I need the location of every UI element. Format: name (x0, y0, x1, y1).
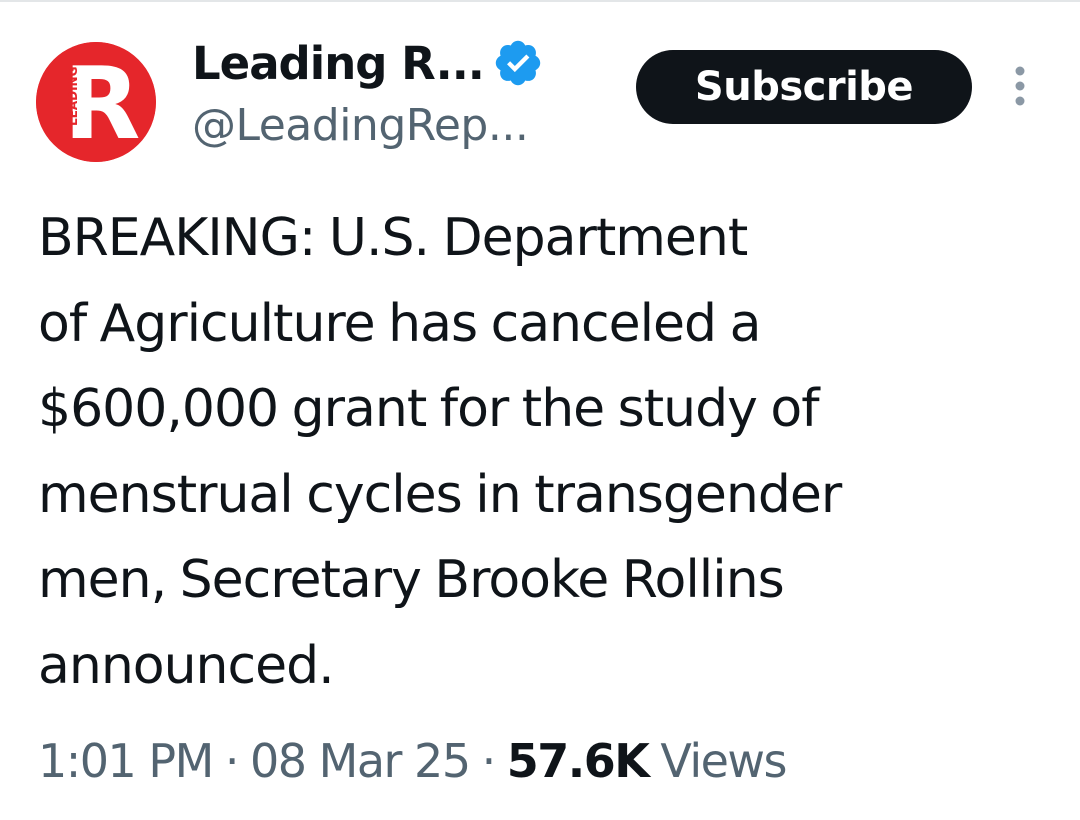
views-count: 57.6K (506, 734, 650, 788)
author-name-row[interactable]: Leading R... (192, 30, 544, 96)
tweet-date[interactable]: 08 Mar 25 (250, 734, 471, 788)
meta-separator: · (224, 734, 240, 788)
avatar-logo-icon: R LEADING (36, 42, 156, 162)
author-display-name: Leading R... (192, 36, 485, 90)
views-label: Views (660, 734, 787, 788)
subscribe-button[interactable]: Subscribe (636, 50, 972, 124)
top-divider (0, 0, 1080, 2)
tweet-meta: 1:01 PM · 08 Mar 25 · 57.6K Views (38, 726, 787, 796)
meta-separator: · (481, 734, 497, 788)
verified-badge-icon (492, 37, 544, 89)
author-handle[interactable]: @LeadingRep... (192, 100, 529, 151)
tweet-text: BREAKING: U.S. Department of Agriculture… (38, 208, 842, 696)
tweet-time[interactable]: 1:01 PM (38, 734, 214, 788)
avatar[interactable]: R LEADING (36, 42, 156, 162)
more-vertical-icon[interactable] (1006, 62, 1034, 112)
avatar-side-text: LEADING (66, 67, 80, 126)
